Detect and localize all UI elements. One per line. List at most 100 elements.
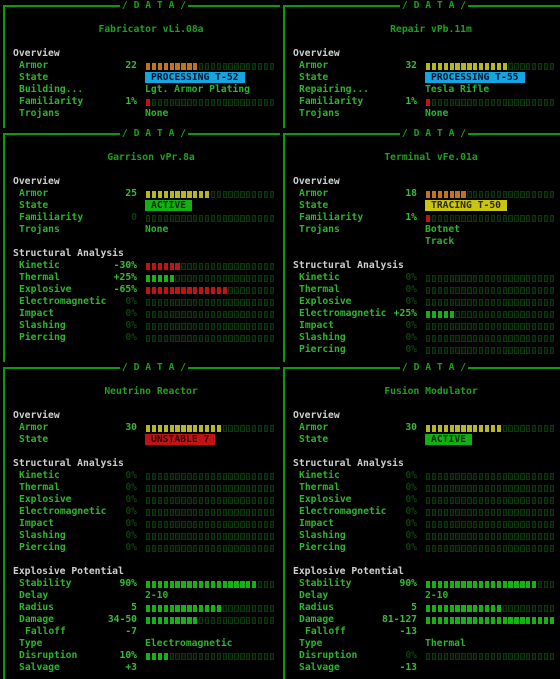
bar-segment-empty <box>216 545 222 552</box>
stat-row-impact: Impact 0% <box>0 308 280 320</box>
panel-title: Neutrino Reactor <box>104 386 198 397</box>
bar-segment-empty <box>526 299 531 306</box>
bar-segment-empty <box>467 497 472 504</box>
bar-segment-empty <box>478 533 484 540</box>
bar-segment-empty <box>169 653 174 660</box>
stat-bar <box>426 425 554 432</box>
bar-segment-empty <box>431 347 437 354</box>
bar-segment-empty <box>181 473 186 480</box>
bar-segment-empty <box>257 287 263 294</box>
bar-segment-empty <box>269 473 274 480</box>
bar-segment-empty <box>181 99 186 106</box>
bar-segment-filled <box>543 617 549 624</box>
bar-segment-empty <box>181 653 186 660</box>
bar-segment-filled <box>449 63 454 70</box>
bar-segment-empty <box>543 605 549 612</box>
bar-segment-empty <box>443 275 449 282</box>
bar-segment-empty <box>169 497 174 504</box>
bar-segment-filled <box>157 425 163 432</box>
bar-segment-empty <box>443 653 449 660</box>
bar-segment-filled <box>146 275 151 282</box>
bar-segment-empty <box>246 497 251 504</box>
bar-segment-empty <box>216 299 222 306</box>
stat-value: 0% <box>405 530 417 541</box>
bar-segment-empty <box>437 347 443 354</box>
bar-segment-empty <box>543 63 549 70</box>
bar-segment-empty <box>514 497 519 504</box>
bar-segment-empty <box>490 99 496 106</box>
bar-segment-filled <box>175 63 180 70</box>
bar-segment-empty <box>502 605 507 612</box>
bar-segment-empty <box>484 473 490 480</box>
bar-segment-empty <box>175 497 180 504</box>
bar-segment-empty <box>193 545 198 552</box>
bar-segment-filled <box>163 617 169 624</box>
stat-label: Thermal <box>19 272 60 283</box>
stat-label: Armor <box>299 188 329 199</box>
bar-segment-empty <box>473 653 478 660</box>
stat-bar <box>426 545 554 552</box>
bar-segment-empty <box>169 533 174 540</box>
bar-segment-empty <box>251 497 257 504</box>
bar-segment-filled <box>210 605 216 612</box>
bar-segment-empty <box>508 473 513 480</box>
data-panel-fusion-modulator: / D A T A / Fusion Modulator Overview Armor… <box>280 362 560 679</box>
bar-segment-empty <box>169 473 174 480</box>
bar-segment-empty <box>234 263 239 270</box>
bar-segment-empty <box>496 99 502 106</box>
bar-segment-empty <box>502 323 507 330</box>
stat-label: Familiarity <box>299 96 364 107</box>
bar-segment-empty <box>520 287 525 294</box>
bar-segment-empty <box>263 497 269 504</box>
bar-segment-filled <box>473 605 478 612</box>
bar-segment-filled <box>222 287 227 294</box>
bar-segment-empty <box>543 99 549 106</box>
bar-segment-empty <box>531 425 537 432</box>
bar-segment-empty <box>508 653 513 660</box>
bar-segment-filled <box>502 617 507 624</box>
bar-segment-empty <box>526 191 531 198</box>
bar-segment-empty <box>251 63 257 70</box>
bar-segment-empty <box>222 497 227 504</box>
bar-segment-empty <box>157 215 163 222</box>
bar-segment-empty <box>187 299 192 306</box>
bar-segment-empty <box>234 425 239 432</box>
bar-segment-empty <box>526 347 531 354</box>
stat-label: Piercing <box>299 344 346 355</box>
bar-segment-empty <box>169 323 174 330</box>
bar-segment-empty <box>175 215 180 222</box>
bar-segment-filled <box>175 191 180 198</box>
stat-label: Slashing <box>19 320 66 331</box>
stat-label: State <box>299 434 329 445</box>
bar-segment-empty <box>537 347 543 354</box>
bar-segment-empty <box>204 473 210 480</box>
bar-segment-empty <box>204 311 210 318</box>
stat-bar <box>146 63 274 70</box>
stat-value: 0% <box>405 284 417 295</box>
bar-segment-empty <box>443 509 449 516</box>
bar-segment-empty <box>187 545 192 552</box>
bar-segment-filled <box>437 63 443 70</box>
bar-segment-empty <box>514 509 519 516</box>
stat-bar <box>146 335 274 342</box>
bar-segment-empty <box>478 653 484 660</box>
bar-segment-empty <box>437 323 443 330</box>
data-panel-neutrino-reactor: / D A T A / Neutrino Reactor Overview Armor… <box>0 362 280 679</box>
bar-segment-empty <box>210 311 216 318</box>
stat-row-electromagnetic: Electromagnetic 0% <box>280 506 560 518</box>
bar-segment-filled <box>169 63 174 70</box>
stat-row-piercing: Piercing 0% <box>280 344 560 356</box>
bar-segment-empty <box>455 323 460 330</box>
bar-segment-empty <box>537 275 543 282</box>
stat-label: State <box>19 434 49 445</box>
bar-segment-empty <box>216 509 222 516</box>
section-heading-overview: Overview <box>293 176 340 187</box>
bar-segment-empty <box>175 545 180 552</box>
bar-segment-empty <box>240 299 245 306</box>
stat-bar <box>146 581 274 588</box>
bar-segment-filled <box>443 581 449 588</box>
bar-segment-empty <box>269 191 274 198</box>
panel-content: Overview Armor 30 State ACTIVE Structural Ana… <box>280 410 560 674</box>
stat-row-radius: Radius 5 <box>280 602 560 614</box>
bar-segment-empty <box>426 323 431 330</box>
